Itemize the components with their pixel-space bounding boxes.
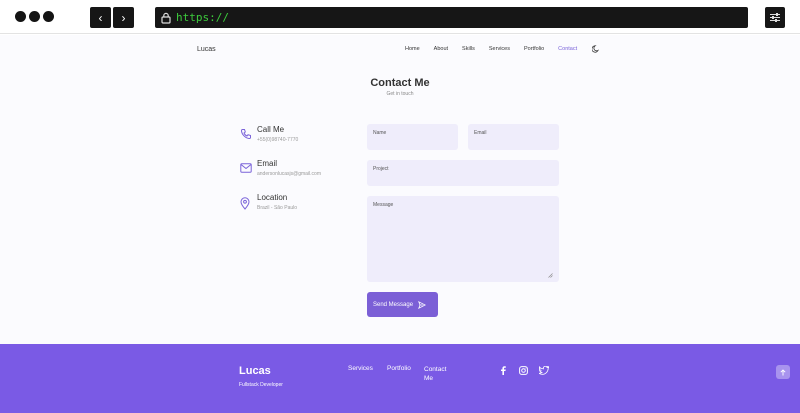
section-subtitle: Get in touch: [386, 91, 414, 97]
facebook-icon[interactable]: [500, 366, 506, 375]
name-placeholder: Name: [373, 130, 387, 136]
instagram-icon[interactable]: [519, 366, 528, 375]
settings-button[interactable]: [765, 7, 785, 28]
nav-link-about[interactable]: About: [434, 46, 448, 52]
send-message-button[interactable]: Send Message: [367, 292, 438, 317]
twitter-icon[interactable]: [539, 366, 549, 375]
message-placeholder: Message: [373, 202, 394, 208]
address-bar[interactable]: https://: [155, 7, 748, 28]
footer-link-portfolio[interactable]: Portfolio: [387, 365, 411, 372]
send-message-label: Send Message: [373, 301, 414, 308]
chevron-left-icon: ‹: [98, 10, 103, 25]
contact-info-value: +55(0)98740-7770: [257, 137, 299, 143]
email-input[interactable]: Email: [468, 124, 559, 150]
location-icon: [240, 197, 250, 210]
footer-tagline: Fullstack Developer: [239, 382, 283, 388]
nav-link-contact[interactable]: Contact: [558, 46, 577, 52]
contact-info-value: andersonlucasjs@gmail.com: [257, 171, 321, 177]
project-input[interactable]: Project: [367, 160, 559, 186]
nav-link-skills[interactable]: Skills: [462, 46, 475, 52]
nav-link-portfolio[interactable]: Portfolio: [524, 46, 544, 52]
moon-icon[interactable]: [592, 45, 600, 53]
mail-icon: [240, 163, 252, 173]
section-title: Contact Me: [370, 77, 430, 89]
arrow-up-icon: [780, 368, 786, 375]
footer-link-contact[interactable]: Contact Me: [424, 365, 454, 383]
site-header: Lucas Home About Skills Services Portfol…: [0, 35, 800, 65]
phone-icon: [240, 129, 251, 140]
name-input[interactable]: Name: [367, 124, 458, 150]
resize-handle-icon[interactable]: [548, 273, 553, 278]
scroll-to-top-button[interactable]: [776, 365, 790, 379]
forward-button[interactable]: ›: [113, 7, 134, 28]
history-buttons: ‹ ›: [90, 7, 134, 28]
site-footer: Lucas Fullstack Developer Services Portf…: [0, 344, 800, 413]
contact-info-value: Brazil - São Paulo: [257, 205, 298, 211]
sliders-icon: [770, 13, 780, 22]
window-controls: [15, 11, 54, 22]
nav-link-home[interactable]: Home: [405, 46, 420, 52]
back-button[interactable]: ‹: [90, 7, 111, 28]
chevron-right-icon: ›: [121, 10, 126, 25]
site-logo[interactable]: Lucas: [197, 46, 216, 53]
nav-menu: Home About Skills Services Portfolio Con…: [405, 46, 591, 52]
email-placeholder: Email: [474, 130, 487, 136]
contact-info-label: Call Me: [257, 125, 285, 134]
browser-toolbar: ‹ › https://: [0, 0, 800, 34]
url-text: https://: [176, 11, 229, 24]
minimize-window-dot[interactable]: [29, 11, 40, 22]
contact-info-label: Location: [257, 193, 288, 202]
close-window-dot[interactable]: [15, 11, 26, 22]
maximize-window-dot[interactable]: [43, 11, 54, 22]
footer-link-services[interactable]: Services: [348, 365, 373, 372]
nav-link-services[interactable]: Services: [489, 46, 510, 52]
contact-info-label: Email: [257, 159, 278, 168]
portfolio-page: Lucas Home About Skills Services Portfol…: [0, 35, 800, 413]
project-placeholder: Project: [373, 166, 389, 172]
footer-logo: Lucas: [239, 365, 271, 377]
message-textarea[interactable]: Message: [367, 196, 559, 282]
lock-icon: [161, 12, 171, 24]
send-icon: [418, 300, 427, 309]
